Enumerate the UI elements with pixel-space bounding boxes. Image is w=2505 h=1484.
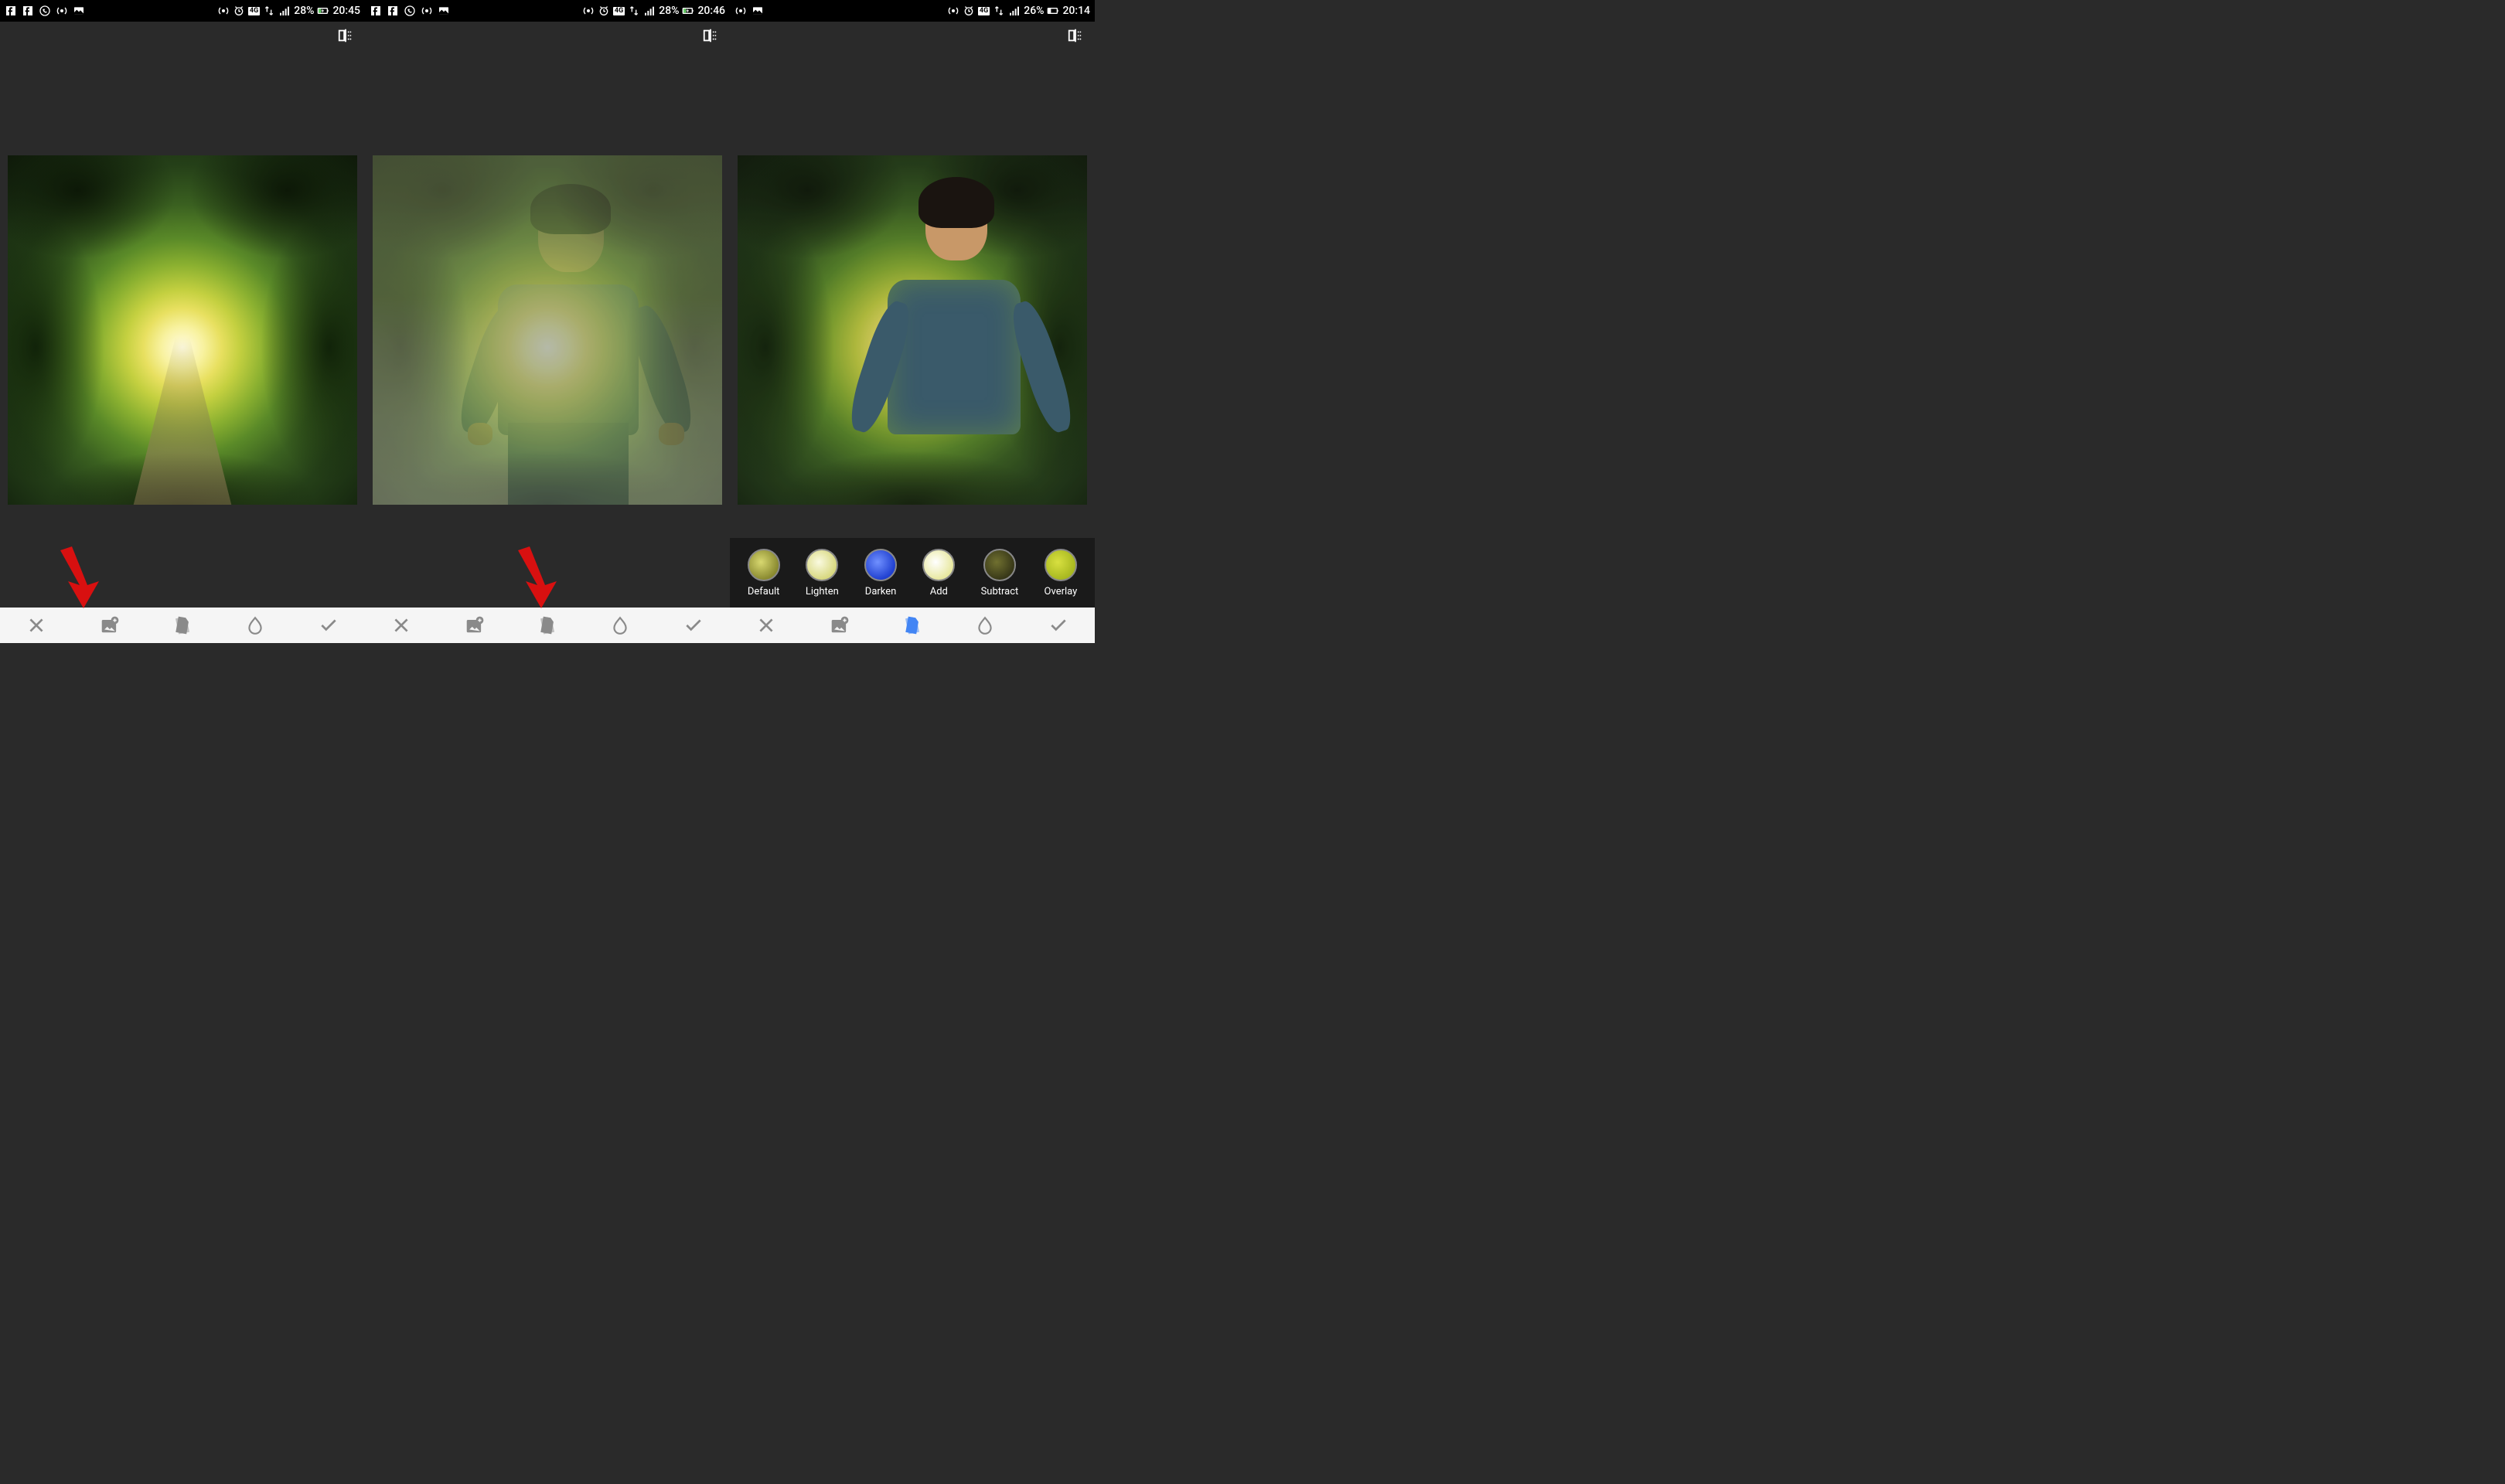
battery-percent: 26% (1024, 5, 1044, 17)
add-image-button[interactable] (465, 615, 485, 635)
battery-percent: 28% (659, 5, 679, 17)
clock-time: 20:14 (1062, 5, 1090, 17)
data-arrows-icon (263, 5, 275, 17)
add-image-button[interactable] (100, 615, 120, 635)
blend-mode-label: Add (930, 586, 948, 597)
blend-mode-lighten[interactable]: Lighten (806, 549, 839, 597)
battery-percent: 28% (294, 5, 314, 17)
signal-icon (643, 5, 656, 17)
alarm-icon (598, 5, 610, 17)
signal-icon (1008, 5, 1021, 17)
gallery-icon (752, 5, 764, 17)
compare-icon[interactable] (1067, 27, 1084, 47)
blend-swatch-icon (922, 549, 955, 581)
confirm-button[interactable] (683, 615, 704, 635)
blend-mode-bar: Default Lighten Darken Add Subtract Over… (730, 538, 1095, 608)
blend-mode-label: Overlay (1045, 586, 1078, 597)
data-arrows-icon (628, 5, 640, 17)
whatsapp-icon (39, 5, 51, 17)
whatsapp-icon (404, 5, 416, 17)
canvas-area[interactable] (365, 53, 730, 608)
styles-button[interactable] (902, 615, 922, 635)
blend-swatch-icon (1045, 549, 1077, 581)
battery-charging-icon (317, 5, 329, 17)
blend-swatch-icon (983, 549, 1016, 581)
gallery-icon (438, 5, 450, 17)
facebook-icon (370, 5, 382, 17)
hotspot-icon (56, 5, 68, 17)
network-badge: 4G (978, 7, 990, 15)
blend-mode-darken[interactable]: Darken (864, 549, 897, 597)
blend-mode-label: Lighten (806, 586, 839, 597)
clock-time: 20:46 (697, 5, 725, 17)
add-image-button[interactable] (830, 615, 850, 635)
styles-button[interactable] (172, 615, 193, 635)
facebook-icon (387, 5, 399, 17)
cancel-button[interactable] (26, 615, 46, 635)
network-badge: 4G (613, 7, 625, 15)
data-arrows-icon (993, 5, 1005, 17)
edited-image[interactable] (373, 155, 722, 505)
styles-button[interactable] (537, 615, 557, 635)
alarm-icon (963, 5, 975, 17)
battery-charging-icon (682, 5, 694, 17)
compare-icon[interactable] (702, 27, 719, 47)
canvas-area[interactable] (730, 53, 1095, 608)
blend-mode-subtract[interactable]: Subtract (981, 549, 1019, 597)
hotspot-icon (582, 5, 595, 17)
signal-icon (278, 5, 291, 17)
bottom-toolbar (0, 608, 365, 643)
network-badge: 4G (248, 7, 260, 15)
hotspot-icon (734, 5, 747, 17)
clock-time: 20:45 (332, 5, 360, 17)
hotspot-icon (217, 5, 230, 17)
cancel-button[interactable] (756, 615, 776, 635)
hotspot-icon (421, 5, 433, 17)
status-bar: 4G 28% 20:45 (0, 0, 365, 22)
app-top-bar (365, 22, 730, 53)
screenshot-panel-1: 4G 28% 20:45 (0, 0, 365, 643)
facebook-icon (22, 5, 34, 17)
canvas-area[interactable] (0, 53, 365, 608)
opacity-button[interactable] (975, 615, 995, 635)
opacity-button[interactable] (245, 615, 265, 635)
app-top-bar (730, 22, 1095, 53)
cancel-button[interactable] (391, 615, 411, 635)
screenshot-panel-3: 4G 26% 20:14 Default (730, 0, 1095, 643)
tutorial-arrow (503, 543, 557, 612)
blend-mode-label: Subtract (981, 586, 1019, 597)
opacity-button[interactable] (610, 615, 630, 635)
hotspot-icon (947, 5, 959, 17)
edited-image[interactable] (8, 155, 357, 505)
blend-mode-label: Default (748, 586, 780, 597)
alarm-icon (233, 5, 245, 17)
blend-mode-label: Darken (865, 586, 897, 597)
bottom-toolbar (730, 608, 1095, 643)
status-bar: 4G 28% 20:46 (365, 0, 730, 22)
confirm-button[interactable] (319, 615, 339, 635)
bottom-toolbar (365, 608, 730, 643)
screenshot-panel-2: 4G 28% 20:46 (365, 0, 730, 643)
battery-icon (1047, 5, 1059, 17)
gallery-icon (73, 5, 85, 17)
blend-swatch-icon (806, 549, 838, 581)
edited-image[interactable] (738, 155, 1087, 505)
blend-mode-overlay[interactable]: Overlay (1045, 549, 1078, 597)
tutorial-arrow (45, 543, 99, 612)
facebook-icon (5, 5, 17, 17)
status-bar: 4G 26% 20:14 (730, 0, 1095, 22)
blend-mode-default[interactable]: Default (748, 549, 780, 597)
app-top-bar (0, 22, 365, 53)
compare-icon[interactable] (337, 27, 354, 47)
blend-swatch-icon (748, 549, 780, 581)
confirm-button[interactable] (1048, 615, 1068, 635)
blend-swatch-icon (864, 549, 897, 581)
blend-mode-add[interactable]: Add (922, 549, 955, 597)
